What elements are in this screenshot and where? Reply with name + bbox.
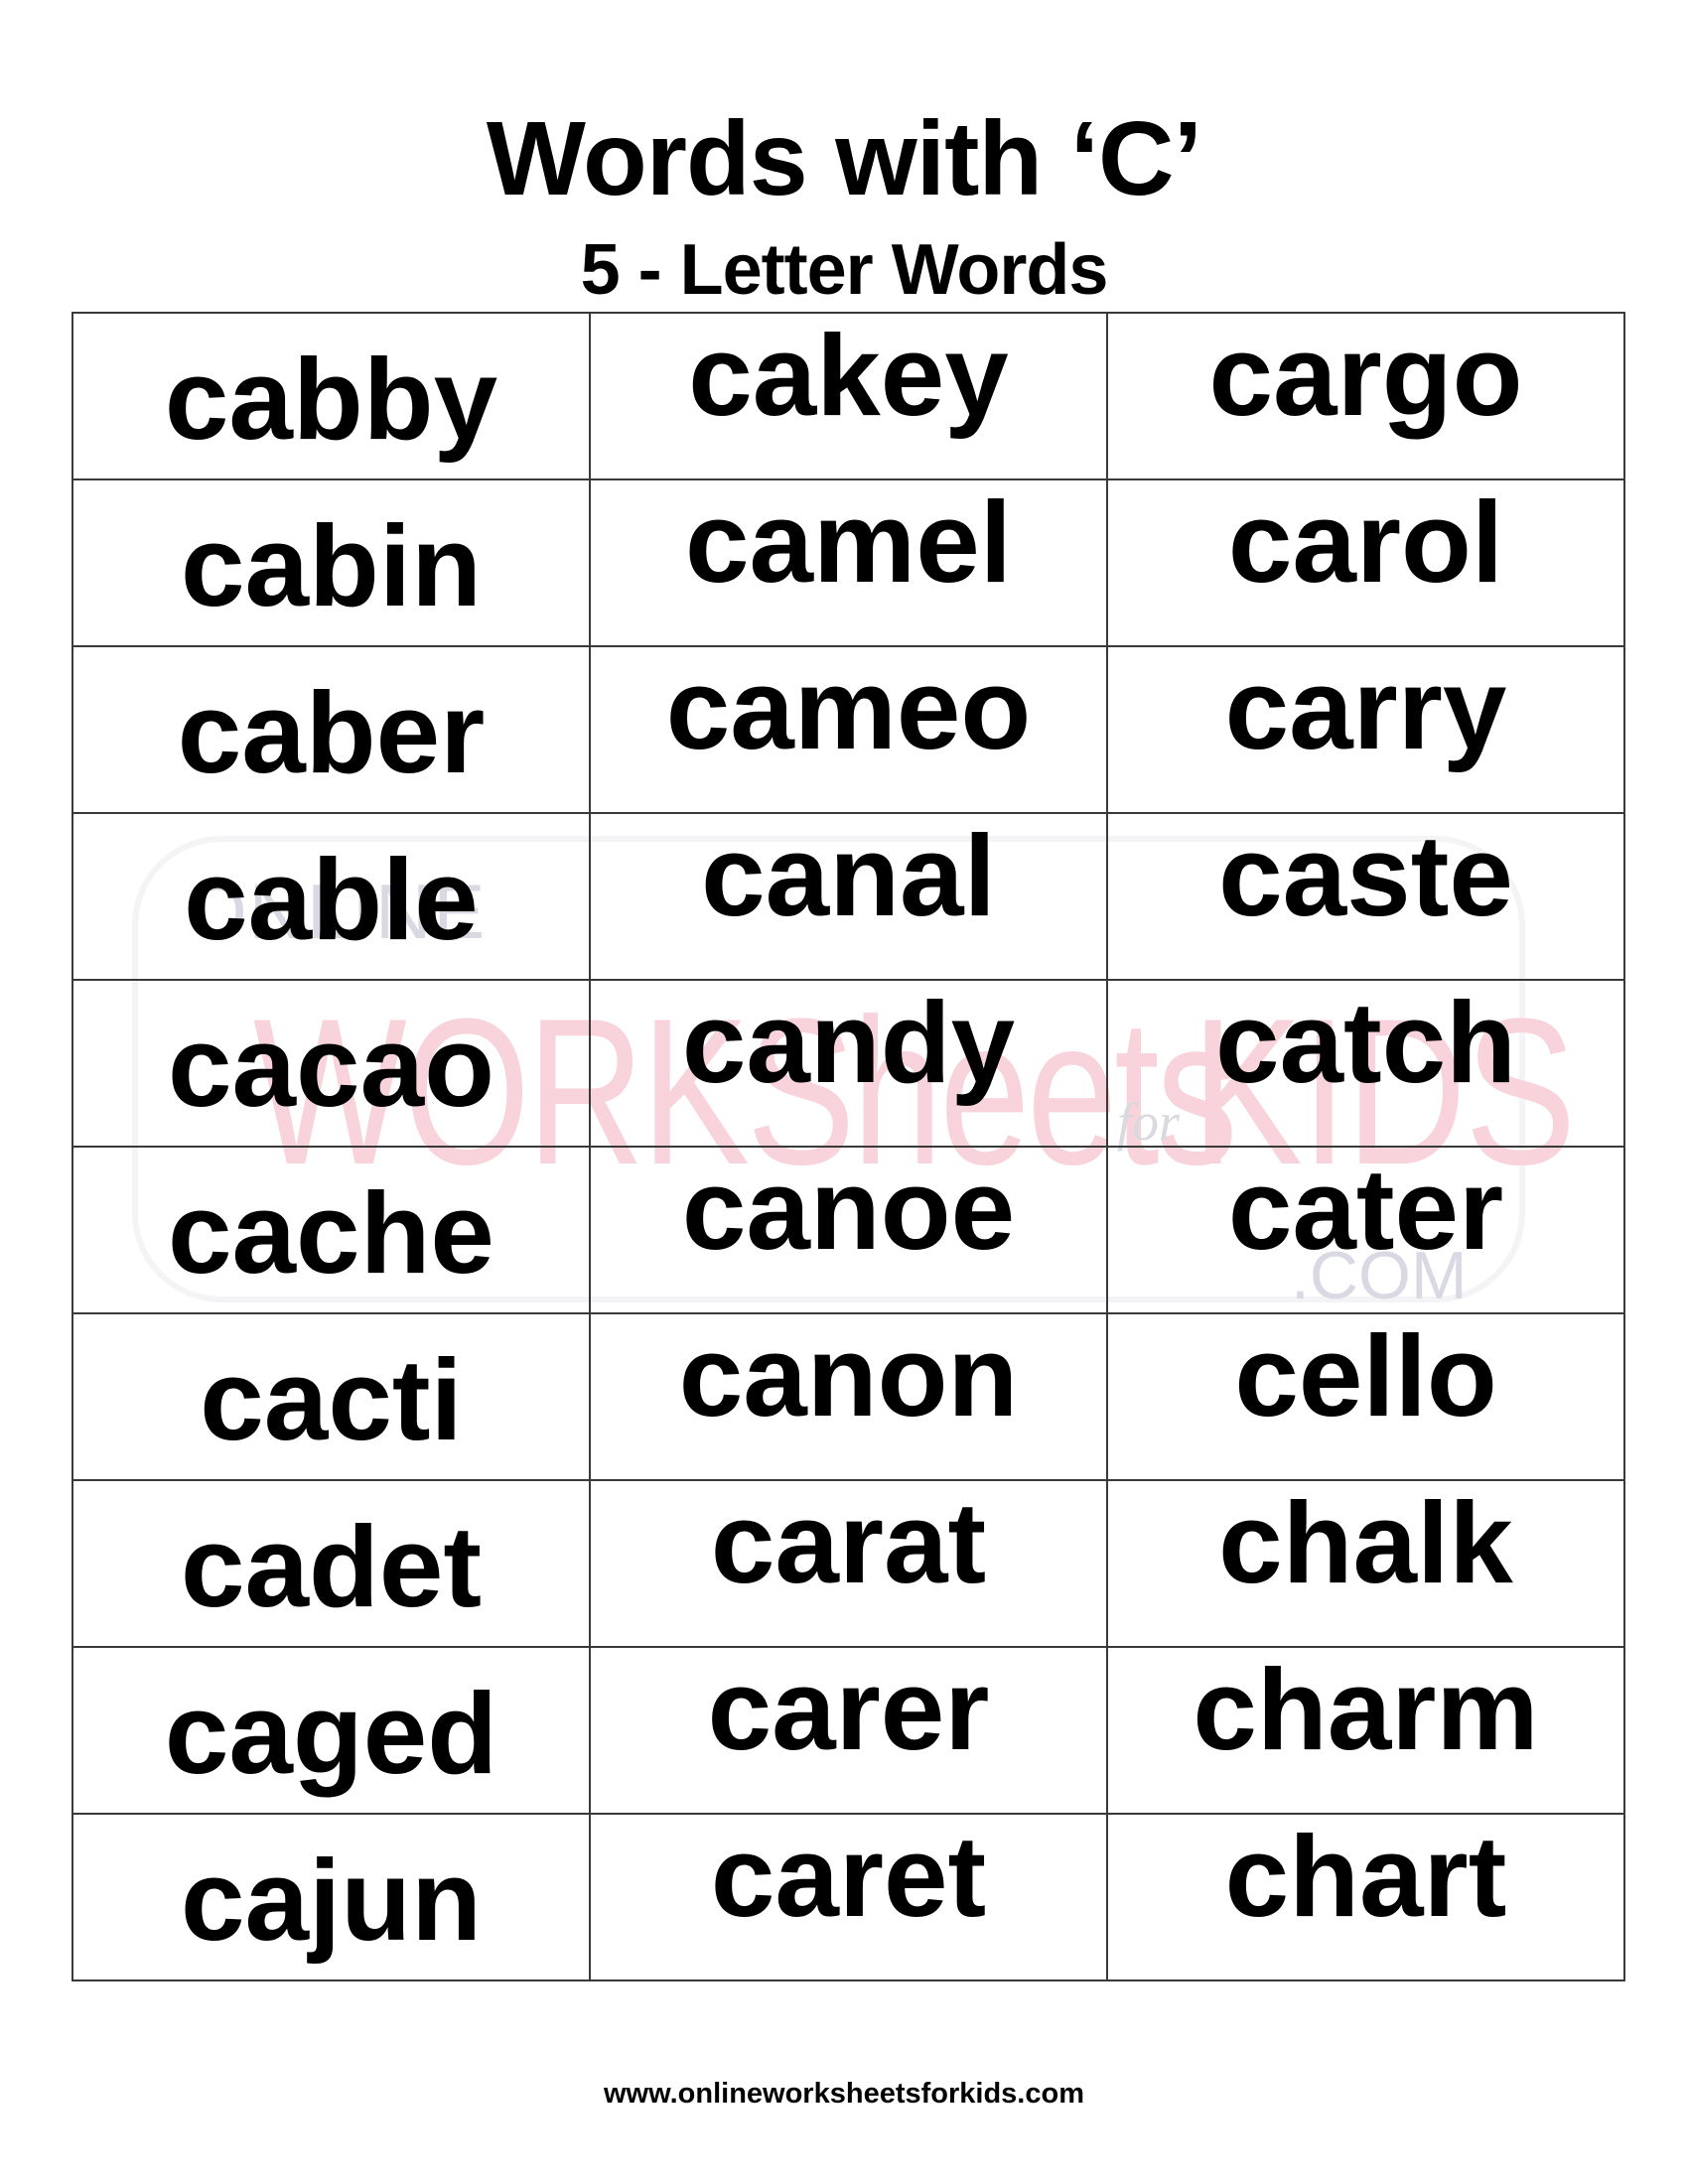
word-cell: canon: [589, 1311, 1108, 1481]
word: cabby: [164, 335, 498, 464]
word-cell: cache: [71, 1146, 591, 1314]
word-cell: cello: [1106, 1311, 1625, 1481]
page-subtitle: 5 - Letter Words: [580, 230, 1109, 310]
word: caret: [710, 1812, 987, 1941]
word-cell: cacao: [71, 979, 591, 1148]
word-cell: cargo: [1106, 311, 1625, 480]
word: catch: [1214, 978, 1517, 1107]
website-url[interactable]: www.onlineworksheetsforkids.com: [0, 2077, 1688, 2111]
word-cell: camel: [589, 478, 1108, 647]
table-row: cacti canon cello: [71, 1311, 1625, 1481]
word-cell: caber: [71, 645, 591, 814]
word: cello: [1234, 1311, 1497, 1440]
word: cater: [1227, 1145, 1504, 1274]
word: carer: [707, 1645, 990, 1774]
word-cell: cakey: [589, 311, 1108, 480]
word-cell: chart: [1106, 1812, 1625, 1981]
word: cable: [184, 835, 479, 964]
word-cell: canoe: [589, 1145, 1108, 1314]
table-row: cajun caret chart: [71, 1812, 1625, 1981]
word: cargo: [1208, 311, 1523, 440]
word: cache: [168, 1168, 494, 1297]
word: cabin: [181, 501, 482, 630]
table-row: cacao candy catch: [71, 978, 1625, 1148]
word: candy: [681, 978, 1016, 1107]
word-cell: cable: [71, 812, 591, 981]
word-cell: cabby: [71, 312, 591, 480]
table-row: cadet carat chalk: [71, 1478, 1625, 1648]
word-cell: canal: [589, 811, 1108, 981]
table-row: cabby cakey cargo: [71, 311, 1625, 480]
word-table: cabby cakey cargo cabin camel carol cabe…: [71, 312, 1625, 1981]
table-row: caged carer charm: [71, 1645, 1625, 1815]
word: cajun: [181, 1836, 482, 1965]
word-cell: catch: [1106, 978, 1625, 1148]
word-cell: charm: [1106, 1645, 1625, 1815]
word: canal: [701, 811, 996, 940]
word-cell: cajun: [71, 1813, 591, 1981]
word-cell: caret: [589, 1812, 1108, 1981]
word: caged: [164, 1669, 498, 1798]
word: camel: [685, 478, 1012, 607]
word-cell: candy: [589, 978, 1108, 1148]
table-row: caber cameo carry: [71, 644, 1625, 814]
table-row: cable canal caste: [71, 811, 1625, 981]
word-cell: caste: [1106, 811, 1625, 981]
word-cell: caged: [71, 1646, 591, 1815]
word: carol: [1227, 478, 1504, 607]
word-cell: carat: [589, 1478, 1108, 1648]
word: cadet: [180, 1502, 483, 1631]
word-cell: carol: [1106, 478, 1625, 647]
word: canon: [678, 1311, 1019, 1440]
word: cacao: [168, 1002, 494, 1131]
word: charm: [1193, 1645, 1539, 1774]
word: carry: [1224, 644, 1507, 773]
word-cell: cadet: [71, 1479, 591, 1648]
word: cakey: [688, 311, 1009, 440]
word: canoe: [681, 1145, 1016, 1274]
table-row: cache canoe cater: [71, 1145, 1625, 1314]
word: cameo: [665, 644, 1032, 773]
word-cell: cacti: [71, 1312, 591, 1481]
table-row: cabin camel carol: [71, 478, 1625, 647]
word: chalk: [1218, 1478, 1513, 1607]
word-cell: carry: [1106, 644, 1625, 814]
page-title: Words with ‘C’: [486, 100, 1202, 217]
word-cell: carer: [589, 1645, 1108, 1815]
word: caste: [1218, 811, 1513, 940]
word-cell: cabin: [71, 478, 591, 647]
word: caber: [177, 668, 486, 797]
word: chart: [1224, 1812, 1507, 1941]
word: carat: [710, 1478, 987, 1607]
word: cacti: [200, 1335, 463, 1464]
word-cell: chalk: [1106, 1478, 1625, 1648]
word-cell: cameo: [589, 644, 1108, 814]
word-cell: cater: [1106, 1145, 1625, 1314]
